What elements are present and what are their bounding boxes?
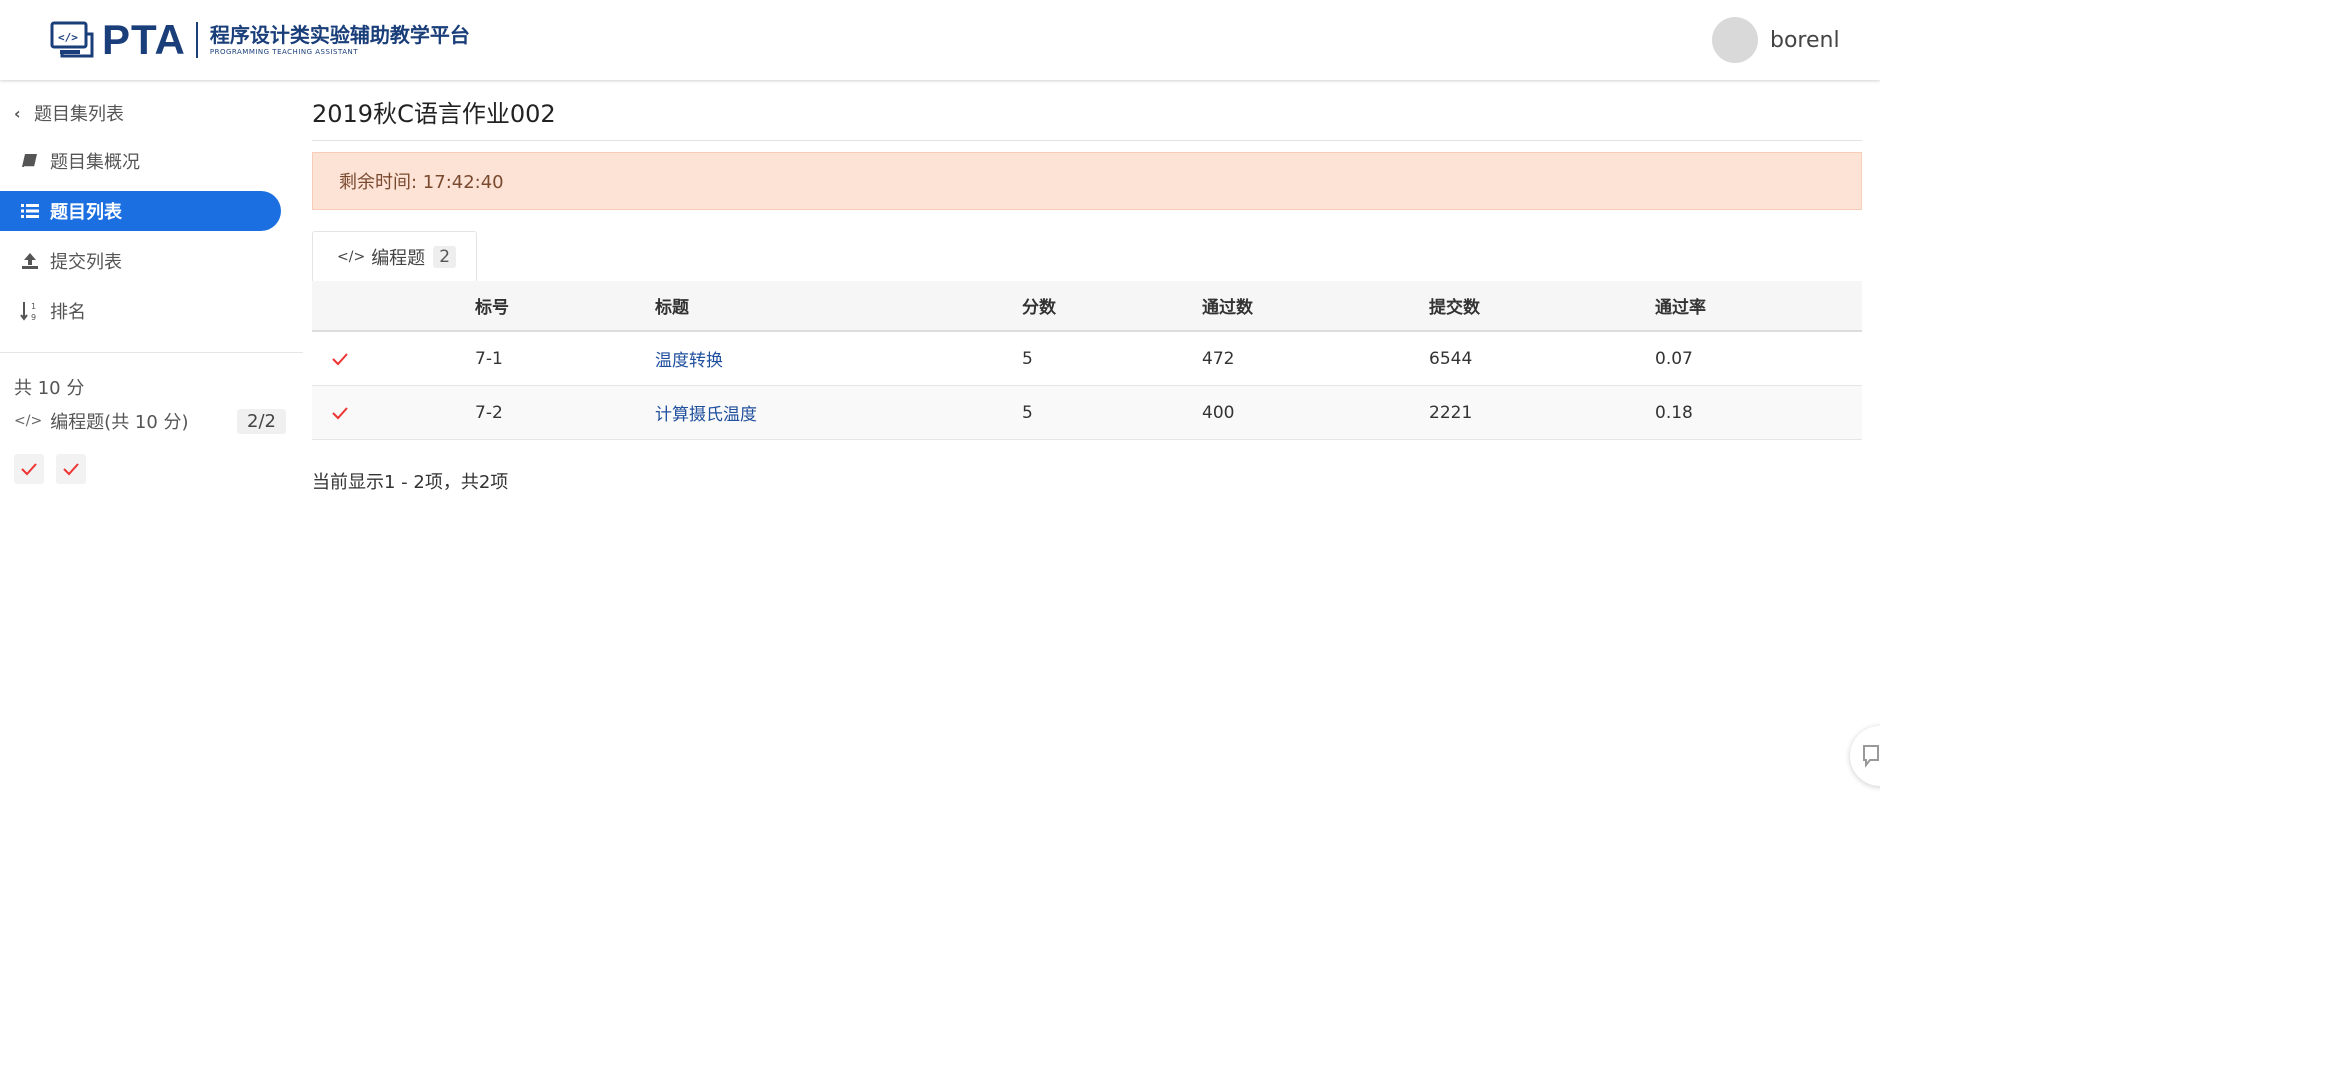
tab-programming[interactable]: </> 编程题 2 — [312, 231, 478, 282]
problem-title-link[interactable]: 计算摄氏温度 — [655, 405, 757, 425]
viewport-blank-area — [1880, 0, 2336, 1065]
svg-text:9: 9 — [31, 313, 36, 322]
problem-status-7-2[interactable] — [56, 454, 86, 484]
logo-monitor-icon: </> — [50, 21, 94, 58]
username[interactable]: borenl — [1770, 28, 1840, 53]
row-submitted: 6544 — [1429, 348, 1473, 369]
row-pass-rate: 0.07 — [1655, 348, 1693, 369]
table-header: 标号 标题 分数 通过数 提交数 通过率 — [312, 281, 1862, 332]
logo-divider — [195, 22, 198, 58]
row-id: 7-2 — [475, 402, 503, 423]
category-progress-badge: 2/2 — [237, 408, 286, 434]
avatar[interactable] — [1712, 17, 1758, 63]
back-to-problem-sets-link[interactable]: ‹ 题目集列表 — [14, 100, 124, 126]
sidebar-item-ranking[interactable]: 1 9 排名 — [0, 291, 281, 331]
logo-text: PTA — [102, 16, 186, 63]
title-divider — [312, 140, 1862, 141]
row-pass-rate: 0.18 — [1655, 402, 1693, 423]
user-menu[interactable]: borenl — [1712, 17, 1840, 63]
sidebar-item-label: 排名 — [50, 302, 86, 323]
problem-title-link[interactable]: 温度转换 — [655, 351, 723, 371]
problem-status-7-1[interactable] — [14, 454, 44, 484]
upload-icon — [20, 251, 40, 271]
col-score[interactable]: 分数 — [1022, 293, 1202, 318]
svg-text:1: 1 — [31, 302, 36, 311]
check-icon — [21, 463, 37, 476]
col-passed[interactable]: 通过数 — [1202, 293, 1429, 318]
table-row[interactable]: 7-2 计算摄氏温度 5 400 2221 0.18 — [312, 386, 1862, 440]
check-icon — [332, 352, 348, 365]
remaining-time-banner: 剩余时间: 17:42:40 — [312, 152, 1862, 210]
col-submitted[interactable]: 提交数 — [1429, 293, 1655, 318]
book-icon — [20, 151, 40, 171]
total-score: 共 10 分 — [14, 378, 85, 399]
logo-cn-text: 程序设计类实验辅助教学平台 — [209, 23, 470, 47]
top-header: </> PTA 程序设计类实验辅助教学平台 PROGRAMMING TEACHI… — [0, 0, 1880, 80]
svg-text:</>: </> — [58, 31, 78, 44]
list-icon — [20, 201, 40, 221]
sidebar-item-overview[interactable]: 题目集概况 — [0, 141, 281, 181]
row-passed: 472 — [1202, 348, 1235, 369]
row-score: 5 — [1022, 348, 1033, 369]
row-submitted: 2221 — [1429, 402, 1473, 423]
col-id[interactable]: 标号 — [475, 293, 655, 318]
code-icon: </> — [14, 413, 43, 429]
sidebar-item-label: 题目列表 — [50, 202, 122, 223]
back-link-label: 题目集列表 — [34, 104, 124, 125]
page-title: 2019秋C语言作业002 — [312, 100, 556, 128]
sidebar-item-label: 题目集概况 — [50, 152, 140, 173]
check-icon — [332, 406, 348, 419]
problem-status-grid — [14, 454, 86, 484]
col-pass-rate[interactable]: 通过率 — [1655, 293, 1855, 318]
logo-subtitle: 程序设计类实验辅助教学平台 PROGRAMMING TEACHING ASSIS… — [210, 23, 470, 57]
category-programming[interactable]: </> 编程题(共 10 分) 2/2 — [14, 408, 286, 434]
sidebar-item-problem-list[interactable]: 题目列表 — [0, 191, 281, 231]
logo-en-text: PROGRAMMING TEACHING ASSISTANT — [209, 48, 358, 56]
category-label: 编程题(共 10 分) — [50, 412, 189, 433]
chevron-left-icon: ‹ — [14, 103, 21, 123]
pta-logo[interactable]: </> PTA 程序设计类实验辅助教学平台 PROGRAMMING TEACHI… — [50, 18, 470, 62]
tab-count-badge: 2 — [433, 246, 457, 268]
code-icon: </> — [337, 249, 366, 265]
remaining-time-text: 剩余时间: 17:42:40 — [339, 172, 504, 193]
sidebar-item-submissions[interactable]: 提交列表 — [0, 241, 281, 281]
check-icon — [63, 463, 79, 476]
col-title[interactable]: 标题 — [655, 293, 1022, 318]
row-score: 5 — [1022, 402, 1033, 423]
problem-table: 标号 标题 分数 通过数 提交数 通过率 7-1 温度转换 5 472 6544… — [312, 281, 1862, 440]
row-passed: 400 — [1202, 402, 1235, 423]
tab-label: 编程题 — [371, 248, 426, 269]
feedback-icon — [1863, 745, 1879, 768]
sort-numeric-icon: 1 9 — [20, 301, 40, 322]
row-id: 7-1 — [475, 348, 503, 369]
sidebar-divider — [0, 352, 303, 353]
table-row[interactable]: 7-1 温度转换 5 472 6544 0.07 — [312, 332, 1862, 386]
sidebar-item-label: 提交列表 — [50, 252, 122, 273]
pagination-summary: 当前显示1 - 2项，共2项 — [312, 472, 509, 493]
